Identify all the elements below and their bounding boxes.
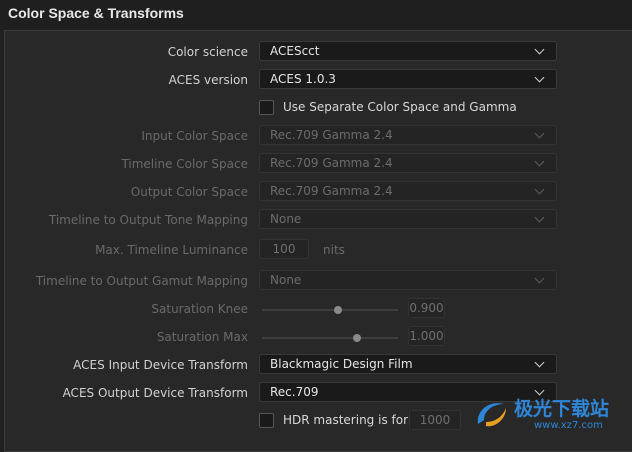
- tone-mapping-value: None: [270, 212, 302, 226]
- slider-knob[interactable]: [353, 334, 362, 342]
- color-science-value: ACEScct: [270, 44, 320, 58]
- output-color-space-dropdown[interactable]: Rec.709 Gamma 2.4: [259, 181, 557, 201]
- color-science-row: Color science ACEScct: [0, 41, 632, 65]
- saturation-max-input[interactable]: 1.000: [408, 326, 445, 346]
- gamut-mapping-label: Timeline to Output Gamut Mapping: [35, 274, 248, 288]
- gamut-mapping-dropdown[interactable]: None: [259, 270, 557, 290]
- chevron-down-icon: [534, 156, 545, 167]
- color-science-label: Color science: [167, 45, 248, 59]
- aces-version-value: ACES 1.0.3: [270, 72, 336, 86]
- watermark-url: www.xz7.com: [534, 420, 603, 431]
- watermark-logo: 极光下载站 www.xz7.com: [472, 392, 632, 438]
- chevron-down-icon: [534, 273, 545, 284]
- input-color-space-value: Rec.709 Gamma 2.4: [270, 128, 393, 142]
- gamut-mapping-row: Timeline to Output Gamut Mapping None: [0, 270, 632, 294]
- saturation-knee-label: Saturation Knee: [151, 302, 248, 316]
- saturation-knee-slider[interactable]: [262, 306, 398, 314]
- output-color-space-label: Output Color Space: [130, 185, 248, 199]
- input-color-space-row: Input Color Space Rec.709 Gamma 2.4: [0, 125, 632, 149]
- chevron-down-icon: [534, 128, 545, 139]
- watermark-swirl-icon: [477, 403, 506, 427]
- saturation-max-row: Saturation Max 1.000: [0, 326, 632, 350]
- watermark-text: 极光下载站: [514, 398, 610, 420]
- gamut-mapping-value: None: [270, 273, 302, 287]
- max-luminance-input[interactable]: 100: [259, 239, 309, 259]
- output-color-space-row: Output Color Space Rec.709 Gamma 2.4: [0, 181, 632, 205]
- aces-version-label: ACES version: [168, 73, 248, 87]
- section-title: Color Space & Transforms: [8, 5, 184, 21]
- aces-idt-dropdown[interactable]: Blackmagic Design Film: [259, 354, 557, 374]
- timeline-color-space-label: Timeline Color Space: [121, 157, 248, 171]
- max-luminance-label: Max. Timeline Luminance: [95, 243, 248, 257]
- input-color-space-dropdown[interactable]: Rec.709 Gamma 2.4: [259, 125, 557, 145]
- max-luminance-unit: nits: [323, 243, 345, 257]
- tone-mapping-dropdown[interactable]: None: [259, 209, 557, 229]
- section-header: Color Space & Transforms: [0, 0, 632, 26]
- aces-version-row: ACES version ACES 1.0.3: [0, 69, 632, 93]
- color-science-dropdown[interactable]: ACEScct: [259, 41, 557, 61]
- separate-cs-row: Use Separate Color Space and Gamma: [0, 97, 632, 121]
- aces-version-dropdown[interactable]: ACES 1.0.3: [259, 69, 557, 89]
- separate-cs-checkbox[interactable]: [259, 100, 274, 115]
- chevron-down-icon: [534, 212, 545, 223]
- timeline-color-space-dropdown[interactable]: Rec.709 Gamma 2.4: [259, 153, 557, 173]
- hdr-mastering-checkbox[interactable]: [259, 413, 274, 428]
- saturation-knee-row: Saturation Knee 0.900: [0, 298, 632, 322]
- chevron-down-icon: [534, 72, 545, 83]
- chevron-down-icon: [534, 44, 545, 55]
- aces-odt-label: ACES Output Device Transform: [62, 386, 248, 400]
- chevron-down-icon: [534, 184, 545, 195]
- timeline-color-space-value: Rec.709 Gamma 2.4: [270, 156, 393, 170]
- chevron-down-icon: [534, 357, 545, 368]
- saturation-max-slider[interactable]: [262, 334, 398, 342]
- slider-knob[interactable]: [334, 306, 343, 314]
- output-color-space-value: Rec.709 Gamma 2.4: [270, 184, 393, 198]
- hdr-mastering-label: HDR mastering is for: [283, 413, 409, 427]
- input-color-space-label: Input Color Space: [141, 129, 248, 143]
- aces-idt-row: ACES Input Device Transform Blackmagic D…: [0, 354, 632, 378]
- max-luminance-row: Max. Timeline Luminance 100 nits: [0, 239, 632, 263]
- aces-odt-value: Rec.709: [270, 385, 319, 399]
- aces-idt-label: ACES Input Device Transform: [73, 358, 248, 372]
- separate-cs-label: Use Separate Color Space and Gamma: [283, 100, 517, 114]
- tone-mapping-label: Timeline to Output Tone Mapping: [48, 213, 248, 227]
- aces-idt-value: Blackmagic Design Film: [270, 357, 413, 371]
- timeline-color-space-row: Timeline Color Space Rec.709 Gamma 2.4: [0, 153, 632, 177]
- saturation-max-label: Saturation Max: [156, 330, 248, 344]
- tone-mapping-row: Timeline to Output Tone Mapping None: [0, 209, 632, 233]
- hdr-mastering-input[interactable]: 1000: [409, 410, 461, 430]
- saturation-knee-input[interactable]: 0.900: [408, 298, 445, 318]
